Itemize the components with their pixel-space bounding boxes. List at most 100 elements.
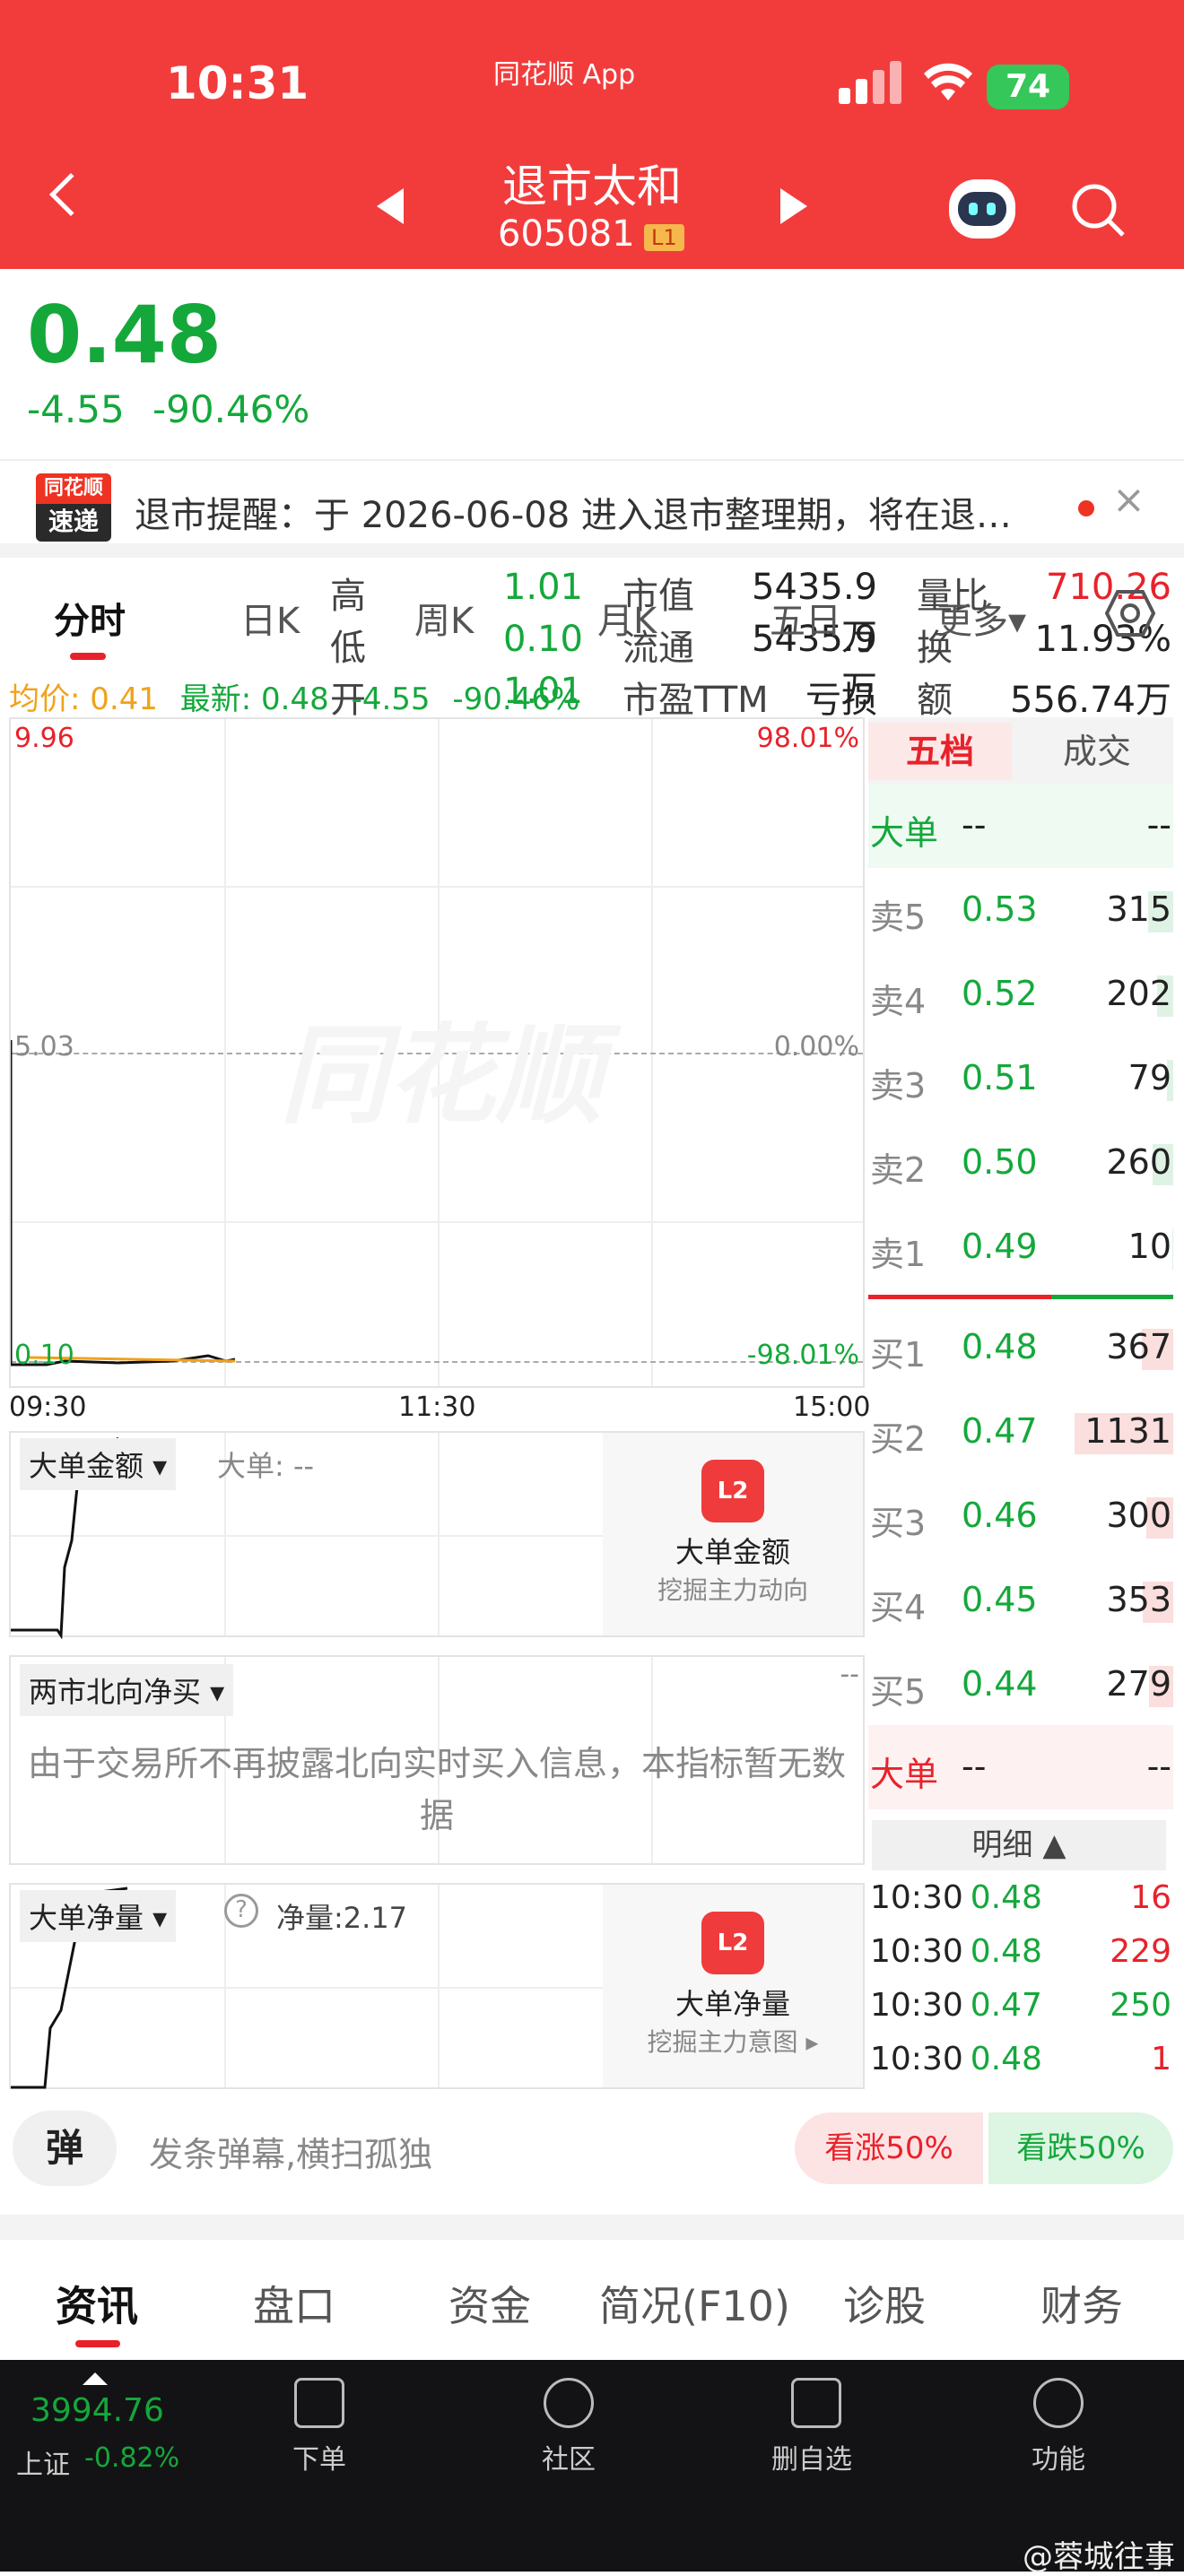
ask-level-row[interactable]: 卖1 0.49 10: [868, 1205, 1173, 1289]
expand-up-icon[interactable]: [83, 2372, 108, 2385]
info-tab[interactable]: 资金: [448, 2274, 531, 2333]
delisting-notice[interactable]: 同花顺 速递 退市提醒：于 2026-06-08 进入退市整理期，将在退… ×: [0, 459, 1184, 558]
y-right-tick-low: -98.01%: [746, 1340, 859, 1371]
l2-icon: L2: [701, 1912, 764, 1974]
signal-icon: [839, 57, 901, 104]
tab-chart-period[interactable]: 周K: [414, 592, 474, 644]
ask-level-row[interactable]: 卖2 0.50 260: [868, 1121, 1173, 1205]
bid-level-row[interactable]: 买3 0.46 300: [868, 1474, 1173, 1558]
detail-header[interactable]: 明细 ▲: [872, 1820, 1166, 1870]
robot-assistant-icon[interactable]: [949, 179, 1015, 239]
y-tick-low: 0.10: [14, 1340, 74, 1371]
close-icon[interactable]: ×: [1112, 477, 1145, 523]
community-label[interactable]: 社区: [542, 2437, 596, 2476]
net-volume-value: 净量:2.17: [276, 1901, 408, 1935]
bottom-toolbar: 3994.76 上证 -0.82% 下单 社区 删自选 功能 @蓉城往事: [0, 2360, 1184, 2575]
tab-chart-period[interactable]: 五日: [770, 592, 841, 644]
last-price: 0.48: [27, 289, 222, 381]
quote-panel: 0.48 -4.55 -90.46% 高 1.01 市值 5435.9万 量比 …: [0, 269, 1184, 721]
bid-level-row[interactable]: 买5 0.44 279: [868, 1643, 1173, 1727]
x-tick-close: 15:00: [793, 1392, 871, 1423]
big-order-amount-panel: 大单金额 ▾ 大单: -- L2 大单金额 挖掘主力动向: [9, 1431, 865, 1639]
quote-value: 556.74万: [1010, 680, 1171, 721]
big-order-net-panel: 大单净量 ▾ ? 净量:2.17 L2 大单净量 挖掘主力意图 ▸: [9, 1883, 865, 2089]
tab-trades[interactable]: 成交: [1021, 723, 1173, 780]
level-badge: L1: [644, 224, 684, 251]
status-time: 10:31: [166, 57, 309, 109]
trade-row: 10:30 0.48 1: [870, 2041, 1171, 2077]
tab-chart-period[interactable]: 月K: [597, 592, 657, 644]
trade-row: 10:30 0.48 16: [870, 1879, 1171, 1916]
price-summary: 均价: 0.41 最新: 0.48 -4.55 -90.46%: [9, 674, 579, 718]
latest-price: 最新: 0.48: [179, 681, 329, 717]
index-name: 上证: [16, 2450, 70, 2481]
indicator-select[interactable]: 两市北向净买 ▾: [20, 1664, 234, 1716]
bullish-vote-button[interactable]: 看涨50%: [795, 2112, 983, 2184]
indicator-select[interactable]: 大单金额 ▾: [20, 1438, 177, 1490]
search-icon[interactable]: [1069, 181, 1128, 240]
price-line: [11, 1040, 236, 1366]
quote-value: 亏损: [805, 680, 877, 721]
info-tab[interactable]: 诊股: [843, 2274, 926, 2333]
l2-promo-card[interactable]: L2 大单净量 挖掘主力意图 ▸: [603, 1885, 863, 2087]
big-buy-row: 大单 -- --: [868, 1725, 1173, 1809]
info-tab[interactable]: 财务: [1040, 2274, 1123, 2333]
battery-indicator: 74: [987, 65, 1069, 109]
section-gap: [0, 2215, 1184, 2240]
ask-level-row[interactable]: 卖4 0.52 202: [868, 952, 1173, 1036]
indicator-dash: --: [840, 1659, 859, 1690]
info-tab[interactable]: 盘口: [253, 2274, 335, 2333]
ask-level-row[interactable]: 卖3 0.51 79: [868, 1036, 1173, 1121]
bearish-vote-button[interactable]: 看跌50%: [988, 2112, 1173, 2184]
tab-five-levels[interactable]: 五档: [868, 723, 1012, 780]
l2-promo-card[interactable]: L2 大单金额 挖掘主力动向: [603, 1433, 863, 1635]
chart-period-tabs: 分时 日K 周K 月K 五日 更多▾: [0, 574, 1184, 664]
bid-level-row[interactable]: 买1 0.48 367: [868, 1305, 1173, 1390]
price-change-pct: -90.46%: [152, 387, 310, 431]
info-tab[interactable]: 资讯: [56, 2274, 138, 2333]
northbound-panel: 两市北向净买 ▾ -- 由于交易所不再披露北向实时买入信息，本指标暂无数据: [9, 1655, 865, 1865]
danmu-toggle-button[interactable]: 弹: [13, 2111, 117, 2186]
next-stock-icon[interactable]: [780, 188, 807, 224]
danmu-input[interactable]: 发条弹幕,横扫孤独: [149, 2127, 432, 2176]
tab-chart-period[interactable]: 分时: [54, 592, 126, 644]
functions-label[interactable]: 功能: [1032, 2437, 1085, 2476]
ask-level-row[interactable]: 卖5 0.53 315: [868, 868, 1173, 952]
active-info-tab-indicator: [75, 2340, 120, 2347]
order-label[interactable]: 下单: [292, 2437, 346, 2476]
tab-chart-period[interactable]: 日K: [240, 592, 300, 644]
info-tab[interactable]: 简况(F10): [599, 2274, 790, 2333]
quote-label: 额: [917, 680, 953, 721]
wifi-icon: [924, 63, 972, 100]
bid-ask-divider: [868, 1295, 1173, 1299]
community-icon[interactable]: [544, 2378, 594, 2428]
y-right-tick-mid: 0.00%: [773, 1031, 859, 1062]
help-icon[interactable]: ?: [224, 1894, 258, 1928]
x-tick-noon: 11:30: [398, 1392, 476, 1423]
bid-level-row[interactable]: 买2 0.47 1131: [868, 1390, 1173, 1474]
x-tick-open: 09:30: [9, 1392, 87, 1423]
index-value[interactable]: 3994.76: [30, 2392, 164, 2429]
index-pct: -0.82%: [84, 2442, 180, 2474]
y-tick-high: 9.96: [14, 723, 74, 754]
intraday-chart[interactable]: 同花顺 9.96 5.03 0.10 98.01% 0.00% -98.01%: [9, 717, 865, 1388]
trade-row: 10:30 0.47 250: [870, 1987, 1171, 2024]
status-app-label: 同花顺 App: [493, 59, 636, 91]
settings-icon[interactable]: [1105, 588, 1155, 638]
remove-watchlist-label[interactable]: 删自选: [771, 2437, 852, 2476]
latest-pct: -90.46%: [452, 681, 580, 717]
tab-chart-period[interactable]: 更多▾: [936, 592, 1026, 644]
y-right-tick-high: 98.01%: [756, 723, 859, 754]
indicator-select[interactable]: 大单净量 ▾: [20, 1890, 177, 1942]
l2-icon: L2: [701, 1460, 764, 1522]
remove-watchlist-icon[interactable]: [791, 2378, 841, 2428]
functions-icon[interactable]: [1033, 2378, 1084, 2428]
news-badge: 同花顺 速递: [36, 473, 111, 542]
stock-code: 605081: [498, 213, 635, 255]
avg-price: 均价: 0.41: [9, 681, 158, 717]
y-tick-mid: 5.03: [14, 1031, 74, 1062]
no-data-message: 由于交易所不再披露北向实时买入信息，本指标暂无数据: [27, 1744, 846, 1835]
header: 10:31 同花顺 App 74 退市太和 605081 L1: [0, 0, 1184, 269]
order-icon[interactable]: [294, 2378, 344, 2428]
bid-level-row[interactable]: 买4 0.45 353: [868, 1558, 1173, 1643]
